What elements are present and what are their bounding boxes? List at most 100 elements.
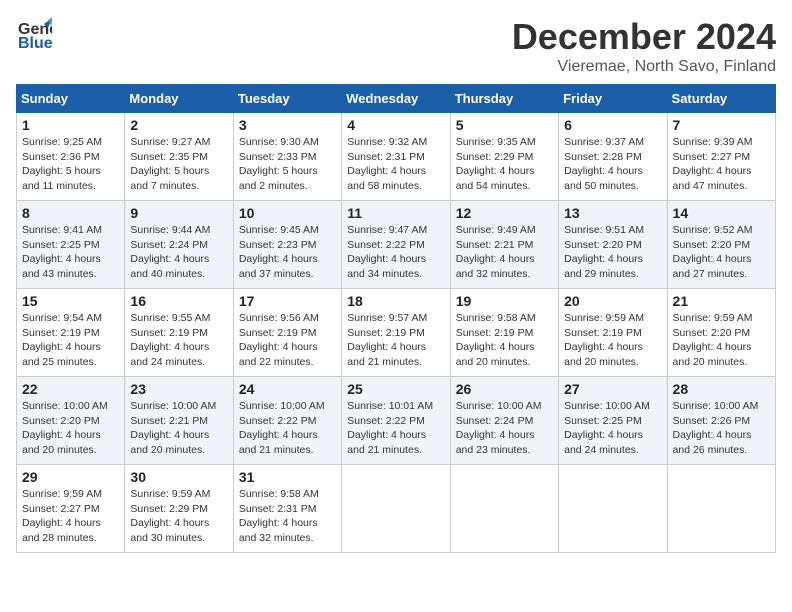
- sunrise-time: Sunrise: 9:39 AM: [673, 136, 753, 148]
- sunrise-time: Sunrise: 9:59 AM: [673, 312, 753, 324]
- day-number: 1: [22, 117, 119, 133]
- daylight-hours: Daylight: 5 hours and 2 minutes.: [239, 165, 318, 192]
- sunset-time: Sunset: 2:21 PM: [456, 239, 534, 251]
- day-number: 22: [22, 381, 119, 397]
- day-number: 17: [239, 293, 336, 309]
- sunrise-time: Sunrise: 9:58 AM: [239, 488, 319, 500]
- calendar-week-row: 15 Sunrise: 9:54 AM Sunset: 2:19 PM Dayl…: [17, 289, 776, 377]
- calendar-subtitle: Vieremae, North Savo, Finland: [512, 58, 776, 76]
- sunrise-time: Sunrise: 10:00 AM: [22, 400, 108, 412]
- daylight-hours: Daylight: 4 hours and 21 minutes.: [347, 341, 426, 368]
- table-row: 11 Sunrise: 9:47 AM Sunset: 2:22 PM Dayl…: [342, 201, 450, 289]
- day-detail: Sunrise: 10:00 AM Sunset: 2:20 PM Daylig…: [22, 399, 119, 458]
- sunrise-time: Sunrise: 9:56 AM: [239, 312, 319, 324]
- day-number: 31: [239, 469, 336, 485]
- calendar-week-row: 1 Sunrise: 9:25 AM Sunset: 2:36 PM Dayli…: [17, 113, 776, 201]
- day-detail: Sunrise: 10:00 AM Sunset: 2:25 PM Daylig…: [564, 399, 661, 458]
- calendar-table: Sunday Monday Tuesday Wednesday Thursday…: [16, 84, 776, 553]
- sunset-time: Sunset: 2:19 PM: [564, 327, 642, 339]
- table-row: 12 Sunrise: 9:49 AM Sunset: 2:21 PM Dayl…: [450, 201, 558, 289]
- table-row: 7 Sunrise: 9:39 AM Sunset: 2:27 PM Dayli…: [667, 113, 775, 201]
- sunset-time: Sunset: 2:19 PM: [239, 327, 317, 339]
- day-detail: Sunrise: 9:59 AM Sunset: 2:29 PM Dayligh…: [130, 487, 227, 546]
- sunrise-time: Sunrise: 9:25 AM: [22, 136, 102, 148]
- day-number: 12: [456, 205, 553, 221]
- day-detail: Sunrise: 9:51 AM Sunset: 2:20 PM Dayligh…: [564, 223, 661, 282]
- day-detail: Sunrise: 9:35 AM Sunset: 2:29 PM Dayligh…: [456, 135, 553, 194]
- day-number: 18: [347, 293, 444, 309]
- sunrise-time: Sunrise: 9:57 AM: [347, 312, 427, 324]
- sunrise-time: Sunrise: 9:44 AM: [130, 224, 210, 236]
- calendar-title: December 2024: [512, 16, 776, 58]
- sunrise-time: Sunrise: 9:41 AM: [22, 224, 102, 236]
- daylight-hours: Daylight: 4 hours and 34 minutes.: [347, 253, 426, 280]
- daylight-hours: Daylight: 4 hours and 37 minutes.: [239, 253, 318, 280]
- day-number: 24: [239, 381, 336, 397]
- table-row: 10 Sunrise: 9:45 AM Sunset: 2:23 PM Dayl…: [233, 201, 341, 289]
- day-number: 4: [347, 117, 444, 133]
- table-row: 24 Sunrise: 10:00 AM Sunset: 2:22 PM Day…: [233, 377, 341, 465]
- day-number: 26: [456, 381, 553, 397]
- table-row: 20 Sunrise: 9:59 AM Sunset: 2:19 PM Dayl…: [559, 289, 667, 377]
- sunrise-time: Sunrise: 9:59 AM: [564, 312, 644, 324]
- col-tuesday: Tuesday: [233, 85, 341, 113]
- day-number: 10: [239, 205, 336, 221]
- day-detail: Sunrise: 9:55 AM Sunset: 2:19 PM Dayligh…: [130, 311, 227, 370]
- table-row: [667, 465, 775, 553]
- sunset-time: Sunset: 2:29 PM: [130, 503, 208, 515]
- daylight-hours: Daylight: 4 hours and 30 minutes.: [130, 517, 209, 544]
- daylight-hours: Daylight: 4 hours and 43 minutes.: [22, 253, 101, 280]
- day-detail: Sunrise: 9:57 AM Sunset: 2:19 PM Dayligh…: [347, 311, 444, 370]
- sunset-time: Sunset: 2:20 PM: [673, 327, 751, 339]
- daylight-hours: Daylight: 4 hours and 58 minutes.: [347, 165, 426, 192]
- table-row: 29 Sunrise: 9:59 AM Sunset: 2:27 PM Dayl…: [17, 465, 125, 553]
- col-saturday: Saturday: [667, 85, 775, 113]
- daylight-hours: Daylight: 4 hours and 21 minutes.: [239, 429, 318, 456]
- daylight-hours: Daylight: 4 hours and 54 minutes.: [456, 165, 535, 192]
- logo: General Blue: [16, 16, 52, 57]
- day-number: 21: [673, 293, 770, 309]
- calendar-week-row: 29 Sunrise: 9:59 AM Sunset: 2:27 PM Dayl…: [17, 465, 776, 553]
- daylight-hours: Daylight: 4 hours and 21 minutes.: [347, 429, 426, 456]
- table-row: 16 Sunrise: 9:55 AM Sunset: 2:19 PM Dayl…: [125, 289, 233, 377]
- sunset-time: Sunset: 2:24 PM: [456, 415, 534, 427]
- day-number: 7: [673, 117, 770, 133]
- table-row: [450, 465, 558, 553]
- daylight-hours: Daylight: 4 hours and 28 minutes.: [22, 517, 101, 544]
- table-row: 14 Sunrise: 9:52 AM Sunset: 2:20 PM Dayl…: [667, 201, 775, 289]
- sunrise-time: Sunrise: 9:35 AM: [456, 136, 536, 148]
- sunrise-time: Sunrise: 9:54 AM: [22, 312, 102, 324]
- day-number: 3: [239, 117, 336, 133]
- table-row: 25 Sunrise: 10:01 AM Sunset: 2:22 PM Day…: [342, 377, 450, 465]
- daylight-hours: Daylight: 4 hours and 25 minutes.: [22, 341, 101, 368]
- day-number: 28: [673, 381, 770, 397]
- sunset-time: Sunset: 2:19 PM: [130, 327, 208, 339]
- day-number: 2: [130, 117, 227, 133]
- daylight-hours: Daylight: 4 hours and 20 minutes.: [673, 341, 752, 368]
- table-row: 26 Sunrise: 10:00 AM Sunset: 2:24 PM Day…: [450, 377, 558, 465]
- day-number: 20: [564, 293, 661, 309]
- sunset-time: Sunset: 2:23 PM: [239, 239, 317, 251]
- table-row: 4 Sunrise: 9:32 AM Sunset: 2:31 PM Dayli…: [342, 113, 450, 201]
- sunset-time: Sunset: 2:20 PM: [673, 239, 751, 251]
- sunset-time: Sunset: 2:24 PM: [130, 239, 208, 251]
- sunset-time: Sunset: 2:19 PM: [456, 327, 534, 339]
- sunset-time: Sunset: 2:27 PM: [673, 151, 751, 163]
- sunset-time: Sunset: 2:28 PM: [564, 151, 642, 163]
- col-thursday: Thursday: [450, 85, 558, 113]
- calendar-week-row: 8 Sunrise: 9:41 AM Sunset: 2:25 PM Dayli…: [17, 201, 776, 289]
- day-number: 8: [22, 205, 119, 221]
- table-row: 19 Sunrise: 9:58 AM Sunset: 2:19 PM Dayl…: [450, 289, 558, 377]
- sunrise-time: Sunrise: 9:52 AM: [673, 224, 753, 236]
- day-number: 15: [22, 293, 119, 309]
- sunrise-time: Sunrise: 10:00 AM: [564, 400, 650, 412]
- title-block: December 2024 Vieremae, North Savo, Finl…: [512, 16, 776, 76]
- table-row: 27 Sunrise: 10:00 AM Sunset: 2:25 PM Day…: [559, 377, 667, 465]
- table-row: 5 Sunrise: 9:35 AM Sunset: 2:29 PM Dayli…: [450, 113, 558, 201]
- table-row: [342, 465, 450, 553]
- table-row: 15 Sunrise: 9:54 AM Sunset: 2:19 PM Dayl…: [17, 289, 125, 377]
- sunset-time: Sunset: 2:26 PM: [673, 415, 751, 427]
- sunset-time: Sunset: 2:22 PM: [239, 415, 317, 427]
- table-row: 23 Sunrise: 10:00 AM Sunset: 2:21 PM Day…: [125, 377, 233, 465]
- sunrise-time: Sunrise: 9:32 AM: [347, 136, 427, 148]
